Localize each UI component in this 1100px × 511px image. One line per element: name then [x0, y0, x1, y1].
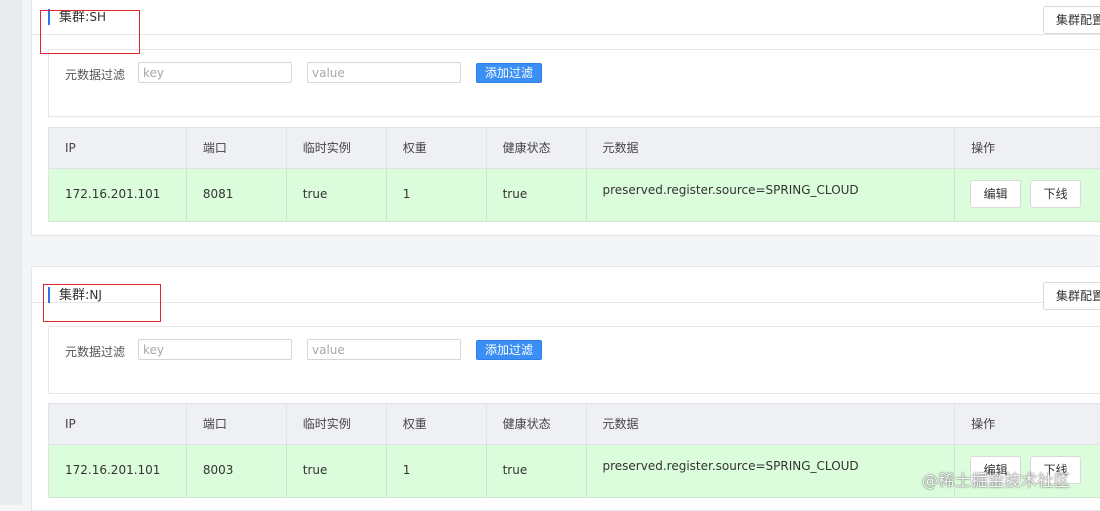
filter-key-input[interactable] — [138, 62, 292, 83]
table-row: 172.16.201.101 8081 true 1 true preserve… — [49, 169, 1100, 222]
cell-metadata: preserved.register.source=SPRING_CLOUD — [587, 169, 956, 221]
col-header-ephemeral: 临时实例 — [287, 128, 387, 168]
metadata-filter-label: 元数据过滤 — [65, 68, 126, 82]
add-filter-button[interactable]: 添加过滤 — [476, 340, 542, 360]
watermark: @稀土掘金技术社区 — [922, 471, 1071, 490]
cell-health: true — [487, 169, 587, 221]
filter-value-input[interactable] — [307, 62, 461, 83]
annotation-box-nj — [43, 284, 161, 322]
cluster-card-sh: 集群:SH 集群配置 元数据过滤 添加过滤 IP 端口 临时实例 权重 健康状态… — [31, 0, 1100, 236]
col-header-health: 健康状态 — [487, 404, 587, 444]
cluster-config-button[interactable]: 集群配置 — [1043, 6, 1100, 34]
cell-ephemeral: true — [287, 445, 387, 497]
cell-metadata: preserved.register.source=SPRING_CLOUD — [587, 445, 956, 497]
filter-key-input[interactable] — [138, 339, 292, 360]
col-header-actions: 操作 — [971, 417, 996, 431]
filter-value-input[interactable] — [307, 339, 461, 360]
cluster-header: 集群:SH 集群配置 — [32, 0, 1100, 35]
cell-ip: 172.16.201.101 — [49, 169, 187, 221]
cell-health: true — [487, 445, 587, 497]
col-header-ip: IP — [49, 404, 187, 444]
annotation-box-sh — [40, 10, 140, 54]
cell-ephemeral: true — [287, 169, 387, 221]
col-header-weight: 权重 — [387, 404, 487, 444]
metadata-filter-panel: 元数据过滤 添加过滤 — [48, 326, 1100, 394]
cell-port: 8081 — [187, 169, 287, 221]
col-header-metadata: 元数据 — [587, 128, 956, 168]
instance-table: IP 端口 临时实例 权重 健康状态 元数据 操作 172.16.201.101… — [48, 127, 1100, 222]
cell-weight: 1 — [387, 445, 487, 497]
add-filter-button[interactable]: 添加过滤 — [476, 63, 542, 83]
table-header-row: IP 端口 临时实例 权重 健康状态 元数据 操作 — [49, 127, 1100, 169]
cell-ip: 172.16.201.101 — [49, 445, 187, 497]
cell-weight: 1 — [387, 169, 487, 221]
cell-actions: 编辑 下线 — [955, 169, 1100, 221]
col-header-ip: IP — [49, 128, 187, 168]
cluster-header: 集群:NJ 集群配置 — [32, 267, 1100, 310]
table-header-row: IP 端口 临时实例 权重 健康状态 元数据 操作 — [49, 403, 1100, 445]
sidebar-edge — [0, 0, 22, 505]
col-header-port: 端口 — [187, 404, 287, 444]
col-header-weight: 权重 — [387, 128, 487, 168]
cluster-config-button[interactable]: 集群配置 — [1043, 282, 1100, 310]
cell-port: 8003 — [187, 445, 287, 497]
col-header-health: 健康状态 — [487, 128, 587, 168]
metadata-filter-label: 元数据过滤 — [65, 345, 126, 359]
col-header-actions: 操作 — [971, 141, 996, 155]
col-header-metadata: 元数据 — [587, 404, 956, 444]
col-header-port: 端口 — [187, 128, 287, 168]
edit-button[interactable]: 编辑 — [970, 180, 1022, 208]
col-header-ephemeral: 临时实例 — [287, 404, 387, 444]
offline-button[interactable]: 下线 — [1030, 180, 1082, 208]
metadata-filter-panel: 元数据过滤 添加过滤 — [48, 49, 1100, 117]
